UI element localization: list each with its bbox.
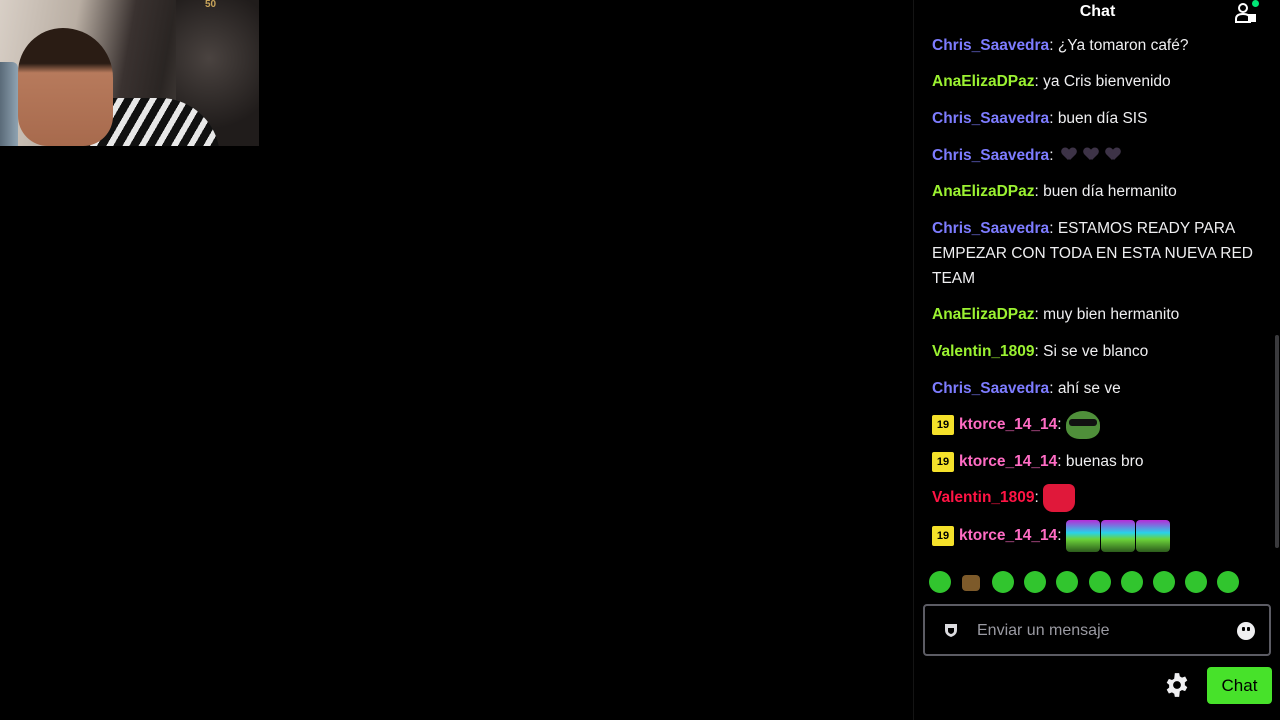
subscriber-badge[interactable]: 19 — [932, 526, 954, 547]
rave-emote[interactable] — [1065, 520, 1100, 552]
chat-message: Valentin_1809: Si se ve blanco — [932, 343, 1149, 360]
emote-bar — [924, 568, 1274, 598]
chat-text: muy bien hermanito — [1043, 306, 1180, 323]
halo-emote[interactable] — [929, 571, 951, 593]
chat-text: buen día SIS — [1057, 110, 1148, 127]
microphone — [0, 62, 18, 146]
chat-username[interactable]: Valentin_1809 — [932, 343, 1035, 360]
chat-username[interactable]: Chris_Saavedra — [932, 37, 1049, 54]
chat-message: 19 ktorce_14_14: buenas bro — [932, 449, 1262, 474]
streamer-head — [18, 28, 113, 146]
chat-message: 19 ktorce_14_14: — [932, 411, 1262, 439]
chat-username[interactable]: ktorce_14_14 — [959, 527, 1057, 544]
pepe-sunglasses-emote[interactable] — [1065, 411, 1100, 439]
chat-username[interactable]: Valentin_1809 — [932, 489, 1035, 506]
chat-username[interactable]: ktorce_14_14 — [959, 453, 1057, 470]
blob-emote[interactable] — [1217, 571, 1239, 593]
purple-heart-icon — [1084, 148, 1098, 161]
chat-scrollbar[interactable] — [1275, 335, 1279, 548]
blob-emote[interactable] — [1185, 571, 1207, 593]
chat-message: AnaElizaDPaz: ya Cris bienvenido — [932, 73, 1171, 90]
subscriber-badge[interactable]: 19 — [932, 415, 954, 436]
blob-emote[interactable] — [1056, 571, 1078, 593]
chat-username[interactable]: ktorce_14_14 — [959, 416, 1057, 433]
purple-heart-icon — [1062, 148, 1076, 161]
chat-username[interactable]: AnaElizaDPaz — [932, 183, 1035, 200]
chat-text: ¿Ya tomaron café? — [1057, 37, 1189, 54]
chat-title: Chat — [1079, 3, 1116, 20]
chat-message: Chris_Saavedra: ahí se ve — [932, 380, 1121, 397]
chat-header: Chat — [914, 0, 1280, 26]
chat-username[interactable]: Chris_Saavedra — [932, 220, 1049, 237]
chat-panel: Chat Chris_Saavedra: ¿Ya tomaron café? A… — [913, 0, 1280, 720]
blob-emote[interactable] — [1089, 571, 1111, 593]
chat-text: buen día hermanito — [1043, 183, 1177, 200]
chat-message: AnaElizaDPaz: buen día hermanito — [932, 183, 1177, 200]
rave-emote[interactable] — [1135, 520, 1170, 552]
stream-video[interactable]: 50 — [0, 0, 913, 720]
chat-messages[interactable]: Chris_Saavedra: ¿Ya tomaron café? AnaEli… — [914, 26, 1272, 552]
subscriber-badge[interactable]: 19 — [932, 452, 954, 472]
poster-text: 50 — [205, 0, 217, 10]
chat-text: buenas bro — [1065, 453, 1144, 470]
purple-heart-icon — [1106, 148, 1120, 161]
blob-emote[interactable] — [1153, 571, 1175, 593]
chat-message: Valentin_1809: — [932, 484, 1262, 512]
chat-message: AnaElizaDPaz: muy bien hermanito — [932, 306, 1180, 323]
blob-emote[interactable] — [992, 571, 1014, 593]
chat-message: Chris_Saavedra: ¿Ya tomaron café? — [932, 37, 1189, 54]
box-emote[interactable] — [962, 575, 980, 591]
chat-username[interactable]: Chris_Saavedra — [932, 380, 1049, 397]
chat-text: ya Cris bienvenido — [1043, 73, 1171, 90]
chat-username[interactable]: AnaElizaDPaz — [932, 73, 1035, 90]
blob-emote[interactable] — [1024, 571, 1046, 593]
chat-message: Chris_Saavedra: — [932, 143, 1262, 168]
chat-message: 19 ktorce_14_14: — [932, 520, 1262, 552]
chat-username[interactable]: Chris_Saavedra — [932, 110, 1049, 127]
chat-text: ahí se ve — [1057, 380, 1121, 397]
red-cat-emote[interactable] — [1043, 484, 1076, 512]
chat-message: Chris_Saavedra: ESTAMOS READY PARA EMPEZ… — [932, 220, 1253, 287]
shield-icon[interactable] — [943, 622, 959, 638]
chat-username[interactable]: AnaElizaDPaz — [932, 306, 1035, 323]
chat-message: Chris_Saavedra: buen día SIS — [932, 110, 1148, 127]
chat-message-input[interactable] — [977, 619, 1227, 643]
webcam-feed: 50 — [0, 0, 259, 146]
chat-input-box — [923, 604, 1271, 656]
rave-emote[interactable] — [1100, 520, 1135, 552]
chat-username[interactable]: Chris_Saavedra — [932, 147, 1049, 164]
send-chat-button[interactable]: Chat — [1207, 667, 1272, 704]
blob-emote[interactable] — [1121, 571, 1143, 593]
emoji-picker-icon[interactable] — [1237, 622, 1255, 640]
chat-text: Si se ve blanco — [1043, 343, 1149, 360]
gear-icon[interactable] — [1164, 672, 1190, 698]
online-indicator — [1252, 0, 1259, 7]
